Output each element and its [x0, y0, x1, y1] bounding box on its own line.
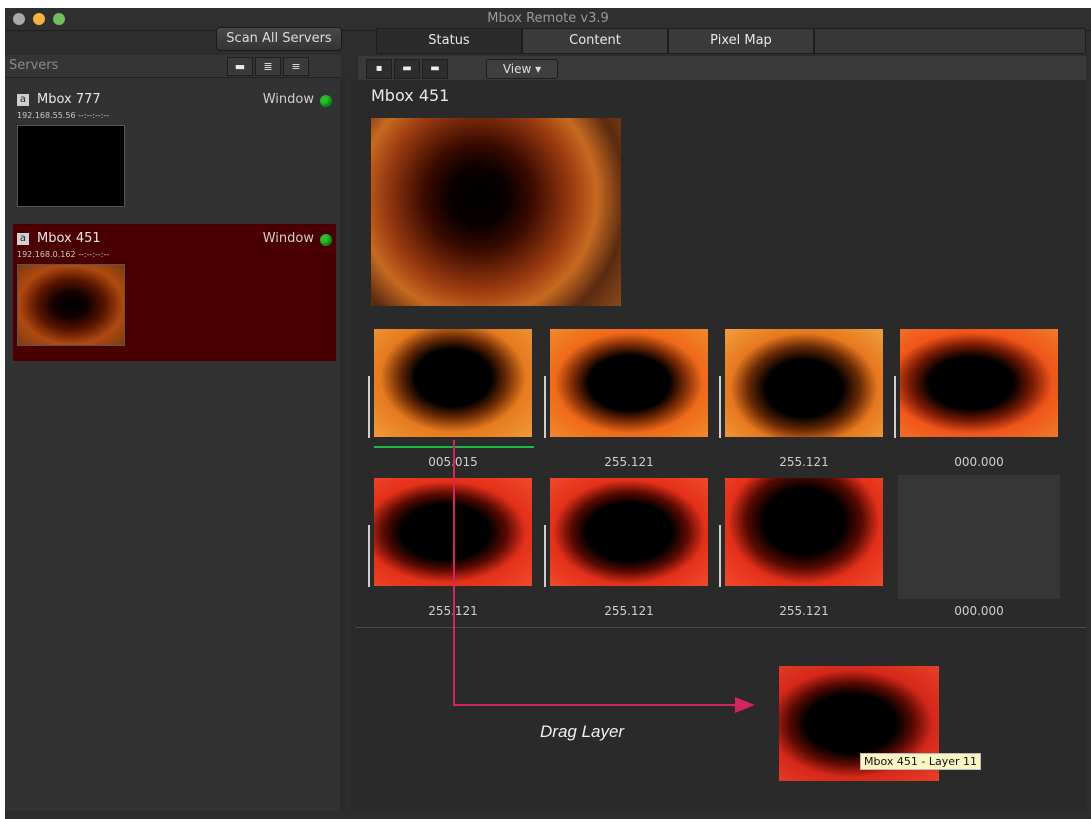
layer-intensity-bar — [368, 376, 370, 438]
server-mode: Window — [262, 231, 314, 246]
layer-toolbar: ▪ ▬ ▬ View ▾ — [358, 56, 1086, 80]
server-type-badge: a — [17, 94, 29, 106]
layer-intensity-bar — [719, 376, 721, 438]
layer-intensity-bar — [368, 525, 370, 587]
top-margin — [0, 0, 1091, 8]
layer-value-label: 255.121 — [604, 604, 654, 618]
layer-preview-image — [374, 329, 532, 437]
empty-layer-slot — [898, 475, 1060, 599]
layer-thumbnail[interactable]: 255.121 — [719, 326, 885, 469]
server-name: Mbox 777 — [37, 92, 101, 107]
layer-value-label: 000.000 — [954, 604, 1004, 618]
layer-intensity-bar — [719, 525, 721, 587]
layer-preview-image — [550, 478, 708, 586]
layer-intensity-bar — [894, 376, 896, 438]
layer-thumbnail[interactable]: 255.121 — [719, 475, 885, 618]
tab-bar-filler — [814, 28, 1086, 54]
server-type-badge: a — [17, 233, 29, 245]
sidebar-scrollbar[interactable] — [340, 78, 346, 811]
tab-content[interactable]: Content — [522, 28, 668, 54]
drag-path-vertical — [453, 440, 455, 705]
drag-arrow-icon — [735, 697, 755, 713]
layer-intensity-bar — [544, 376, 546, 438]
master-output-preview — [371, 118, 621, 306]
window-title: Mbox Remote v3.9 — [487, 11, 609, 26]
layer-preview-image — [550, 329, 708, 437]
thumb-size-medium-button[interactable]: ▬ — [394, 59, 420, 79]
scan-all-servers-button[interactable]: Scan All Servers — [216, 27, 342, 51]
drag-path-horizontal — [453, 704, 743, 706]
server-mode: Window — [262, 92, 314, 107]
layer-value-label: 255.121 — [779, 604, 829, 618]
servers-header: Servers ▬ ≣ ≡ — [5, 55, 341, 78]
server-item-mbox-777[interactable]: a Mbox 777 Window 192.168.55.56 --:--:--… — [13, 92, 336, 214]
view-menu-button[interactable]: View ▾ — [486, 59, 558, 79]
tab-pixel-map[interactable]: Pixel Map — [668, 28, 814, 54]
server-preview-thumbnail — [17, 125, 125, 207]
layer-preview-image — [725, 329, 883, 437]
panel-divider[interactable] — [355, 627, 1086, 628]
drag-tooltip: Mbox 451 - Layer 11 — [860, 753, 981, 770]
layer-thumbnail[interactable]: 255.121 — [544, 475, 710, 618]
layer-thumbnail[interactable]: 005.015 — [368, 326, 534, 469]
layer-value-label: 255.121 — [779, 455, 829, 469]
layer-thumbnail[interactable]: 255.121 — [544, 326, 710, 469]
server-ip: 192.168.0.162 --:--:--:-- — [17, 250, 110, 259]
server-item-mbox-451[interactable]: a Mbox 451 Window 192.168.0.162 --:--:--… — [13, 224, 336, 361]
server-name: Mbox 451 — [37, 231, 101, 246]
server-title: Mbox 451 — [371, 86, 450, 105]
layer-preview-image — [900, 329, 1058, 437]
layer-intensity-bar — [544, 525, 546, 587]
layer-value-label: 255.121 — [604, 455, 654, 469]
status-online-icon — [320, 234, 332, 246]
layer-thumbnail-empty[interactable]: 000.000 — [898, 475, 1060, 618]
server-ip: 192.168.55.56 --:--:--:-- — [17, 111, 110, 120]
drag-caption: Drag Layer — [540, 722, 625, 741]
thumb-size-large-button[interactable]: ▬ — [422, 59, 448, 79]
servers-label: Servers — [9, 58, 59, 73]
view-large-icon[interactable]: ▬ — [227, 57, 253, 76]
layer-preview-image — [725, 478, 883, 586]
tab-status[interactable]: Status — [376, 28, 522, 54]
layer-value-label: 000.000 — [954, 455, 1004, 469]
view-detail-icon[interactable]: ≣ — [255, 57, 281, 76]
server-list: a Mbox 777 Window 192.168.55.56 --:--:--… — [5, 78, 341, 811]
server-preview-thumbnail — [17, 264, 125, 346]
layer-thumbnail[interactable]: 000.000 — [894, 326, 1060, 469]
thumb-size-small-button[interactable]: ▪ — [366, 59, 392, 79]
main-tabs: Status Content Pixel Map — [376, 28, 1086, 54]
status-online-icon — [320, 95, 332, 107]
view-list-icon[interactable]: ≡ — [283, 57, 309, 76]
